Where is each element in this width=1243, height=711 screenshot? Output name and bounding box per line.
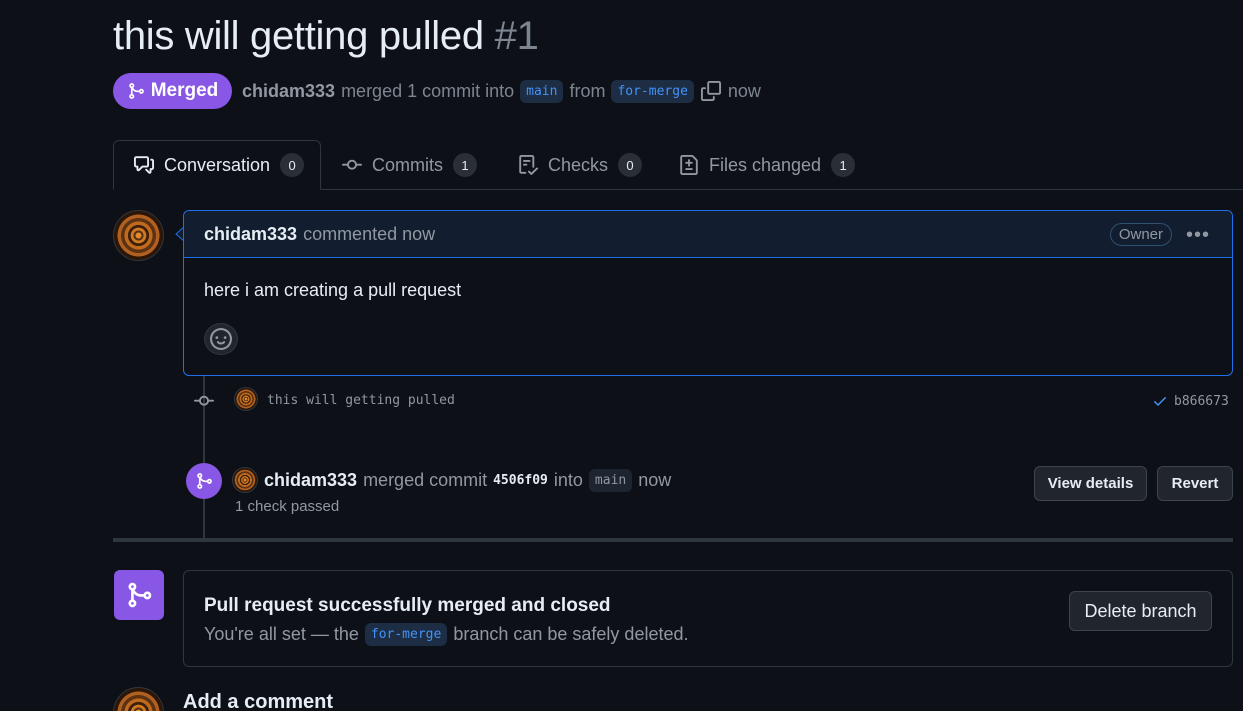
comment-box: chidam333 commented now Owner ••• here i… (183, 210, 1233, 376)
avatar[interactable] (113, 687, 164, 711)
merge-status-box: Pull request successfully merged and clo… (183, 570, 1233, 667)
tab-label: Commits (372, 154, 443, 175)
tab-counter: 0 (618, 153, 643, 177)
merged-event-badge (186, 463, 222, 499)
pr-title-text: this will getting pulled (113, 14, 484, 58)
add-comment-heading: Add a comment (183, 691, 334, 711)
smiley-icon (210, 328, 232, 350)
checks-status[interactable]: 1 check passed (235, 498, 339, 515)
git-merge-icon (128, 83, 144, 99)
git-merge-icon (197, 473, 212, 489)
git-commit-icon (194, 395, 214, 406)
pr-meta: chidam333 merged 1 commit into main from… (242, 77, 761, 105)
merge-event: chidam333 merged commit 4506f09 into mai… (232, 467, 671, 493)
merge-commit-sha[interactable]: 4506f09 (493, 473, 548, 488)
tab-files-changed[interactable]: Files changed 1 (679, 140, 856, 190)
pr-title: this will getting pulled #1 (113, 14, 539, 59)
copy-icon[interactable] (700, 80, 722, 102)
file-diff-icon (680, 155, 698, 175)
comment-discussion-icon (134, 156, 154, 174)
comment-body: here i am creating a pull request (204, 280, 462, 300)
delete-branch-button[interactable]: Delete branch (1069, 591, 1212, 631)
merge-sub-before: You're all set — the (204, 624, 359, 644)
merged-state-badge: Merged (113, 73, 232, 109)
owner-badge: Owner (1109, 223, 1172, 246)
merge-author[interactable]: chidam333 (264, 470, 357, 491)
merge-base-branch[interactable]: main (588, 468, 633, 492)
tab-counter: 1 (453, 153, 477, 177)
commit-message[interactable]: this will getting pulled (267, 393, 455, 408)
tab-label: Conversation (164, 154, 271, 175)
tab-counter: 1 (831, 153, 856, 177)
tab-label: Files changed (709, 154, 822, 175)
avatar[interactable] (113, 210, 164, 261)
checklist-icon (519, 155, 538, 175)
commit-sha-row: b866673 (1152, 393, 1233, 409)
merge-status-title: Pull request successfully merged and clo… (204, 595, 611, 616)
check-icon[interactable] (1152, 393, 1168, 409)
comment-action: commented now (303, 223, 436, 244)
head-branch[interactable]: for-merge (611, 79, 694, 103)
merge-time: now (638, 469, 672, 490)
timeline-end-divider (113, 538, 1233, 542)
add-reaction-button[interactable] (204, 323, 238, 355)
revert-button[interactable]: Revert (1157, 466, 1233, 501)
merge-text: merged commit (363, 469, 488, 490)
merge-status-subtitle: You're all set — the for-merge branch ca… (204, 623, 689, 646)
comment-header: chidam333 commented now Owner ••• (184, 211, 1232, 258)
avatar[interactable] (232, 467, 258, 493)
view-details-button[interactable]: View details (1034, 466, 1147, 501)
git-merge-icon (128, 582, 152, 608)
kebab-menu-icon[interactable]: ••• (1186, 224, 1210, 247)
merge-sub-after: branch can be safely deleted. (453, 624, 689, 644)
commit-sha[interactable]: b866673 (1174, 394, 1229, 409)
tab-label: Checks (548, 154, 609, 175)
merged-text: merged 1 commit into (341, 80, 515, 101)
pr-time: now (727, 80, 761, 101)
tab-commits[interactable]: Commits 1 (342, 140, 477, 190)
base-branch[interactable]: main (520, 79, 564, 103)
git-commit-icon (342, 159, 362, 170)
tab-counter: 0 (280, 153, 305, 177)
tab-conversation[interactable]: Conversation 0 (113, 140, 321, 190)
comment-author[interactable]: chidam333 (204, 224, 297, 245)
avatar[interactable] (234, 387, 258, 411)
state-label: Merged (150, 80, 219, 101)
tab-checks[interactable]: Checks 0 (518, 140, 643, 190)
merge-box-branch[interactable]: for-merge (364, 623, 448, 646)
pr-author-link[interactable]: chidam333 (242, 81, 335, 102)
pr-number: #1 (494, 14, 539, 58)
merge-status-icon (114, 570, 164, 620)
into-text: into (553, 469, 583, 490)
from-text: from (569, 80, 606, 101)
